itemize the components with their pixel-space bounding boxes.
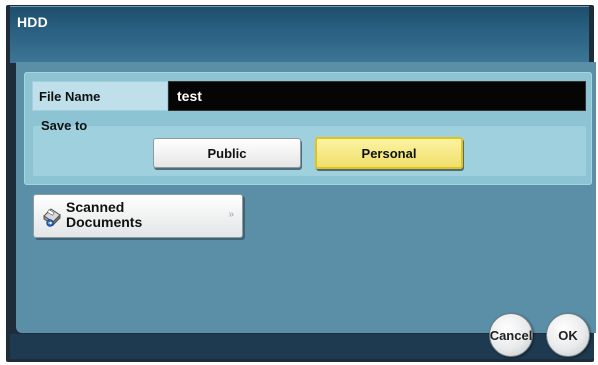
file-name-label-box: File Name bbox=[32, 81, 168, 111]
scan-folder-icon bbox=[43, 208, 61, 227]
scanned-documents-label: Scanned Documents bbox=[66, 200, 142, 230]
file-name-label: File Name bbox=[39, 89, 101, 104]
scanned-documents-label-line2: Documents bbox=[66, 214, 143, 230]
public-button[interactable]: Public bbox=[153, 138, 301, 168]
file-name-row: File Name test bbox=[32, 81, 586, 111]
save-to-area bbox=[33, 126, 586, 176]
personal-button[interactable]: Personal bbox=[315, 137, 463, 169]
save-to-label: Save to bbox=[41, 118, 88, 133]
file-name-field[interactable]: test bbox=[168, 81, 586, 111]
scanned-documents-label-line1: Scanned bbox=[66, 199, 125, 215]
window-title: HDD bbox=[17, 14, 48, 30]
ok-button[interactable]: OK bbox=[546, 313, 590, 357]
cancel-button[interactable]: Cancel bbox=[489, 313, 533, 357]
double-chevron-right-icon: » bbox=[228, 209, 234, 220]
title-bar: HDD bbox=[10, 6, 589, 63]
scanned-documents-button[interactable]: Scanned Documents » bbox=[33, 194, 243, 238]
file-name-value: test bbox=[177, 88, 202, 104]
